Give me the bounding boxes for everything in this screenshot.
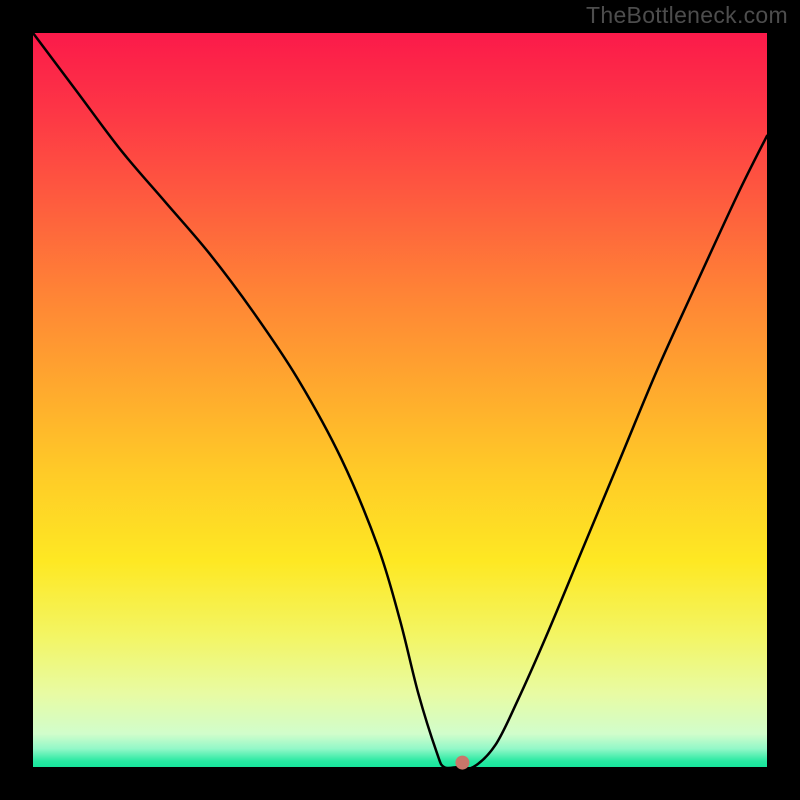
plot-background <box>33 33 767 767</box>
optimal-point-marker <box>455 756 469 770</box>
chart-frame: TheBottleneck.com <box>0 0 800 800</box>
watermark-text: TheBottleneck.com <box>586 2 788 29</box>
chart-svg <box>0 0 800 800</box>
